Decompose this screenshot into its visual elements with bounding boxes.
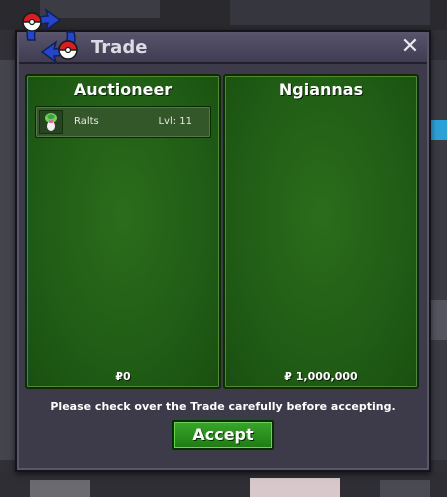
item-name: Ralts <box>74 116 99 127</box>
auctioneer-offer-panel: Auctioneer Ralts Lvl: 11 ₽0 <box>25 74 221 389</box>
trade-item-row[interactable]: Ralts Lvl: 11 <box>35 106 211 138</box>
window-title: Trade <box>91 37 148 58</box>
player-name: Ngiannas <box>278 80 364 99</box>
trade-logo-icon <box>22 8 78 64</box>
ralts-sprite-icon <box>39 110 63 134</box>
accept-button[interactable]: Accept <box>172 420 274 450</box>
trade-dialog: Trade ✕ Auctioneer Ralts Lvl: 11 ₽0 Ngia… <box>15 30 431 472</box>
player-money: ₽ 1,000,000 <box>284 370 358 383</box>
auctioneer-money: ₽0 <box>115 370 131 383</box>
player-offer-panel: Ngiannas ₽ 1,000,000 <box>223 74 419 389</box>
trade-notice: Please check over the Trade carefully be… <box>50 400 396 413</box>
auctioneer-name: Auctioneer <box>73 80 173 99</box>
close-icon[interactable]: ✕ <box>399 36 421 58</box>
item-level: Lvl: 11 <box>158 116 192 127</box>
